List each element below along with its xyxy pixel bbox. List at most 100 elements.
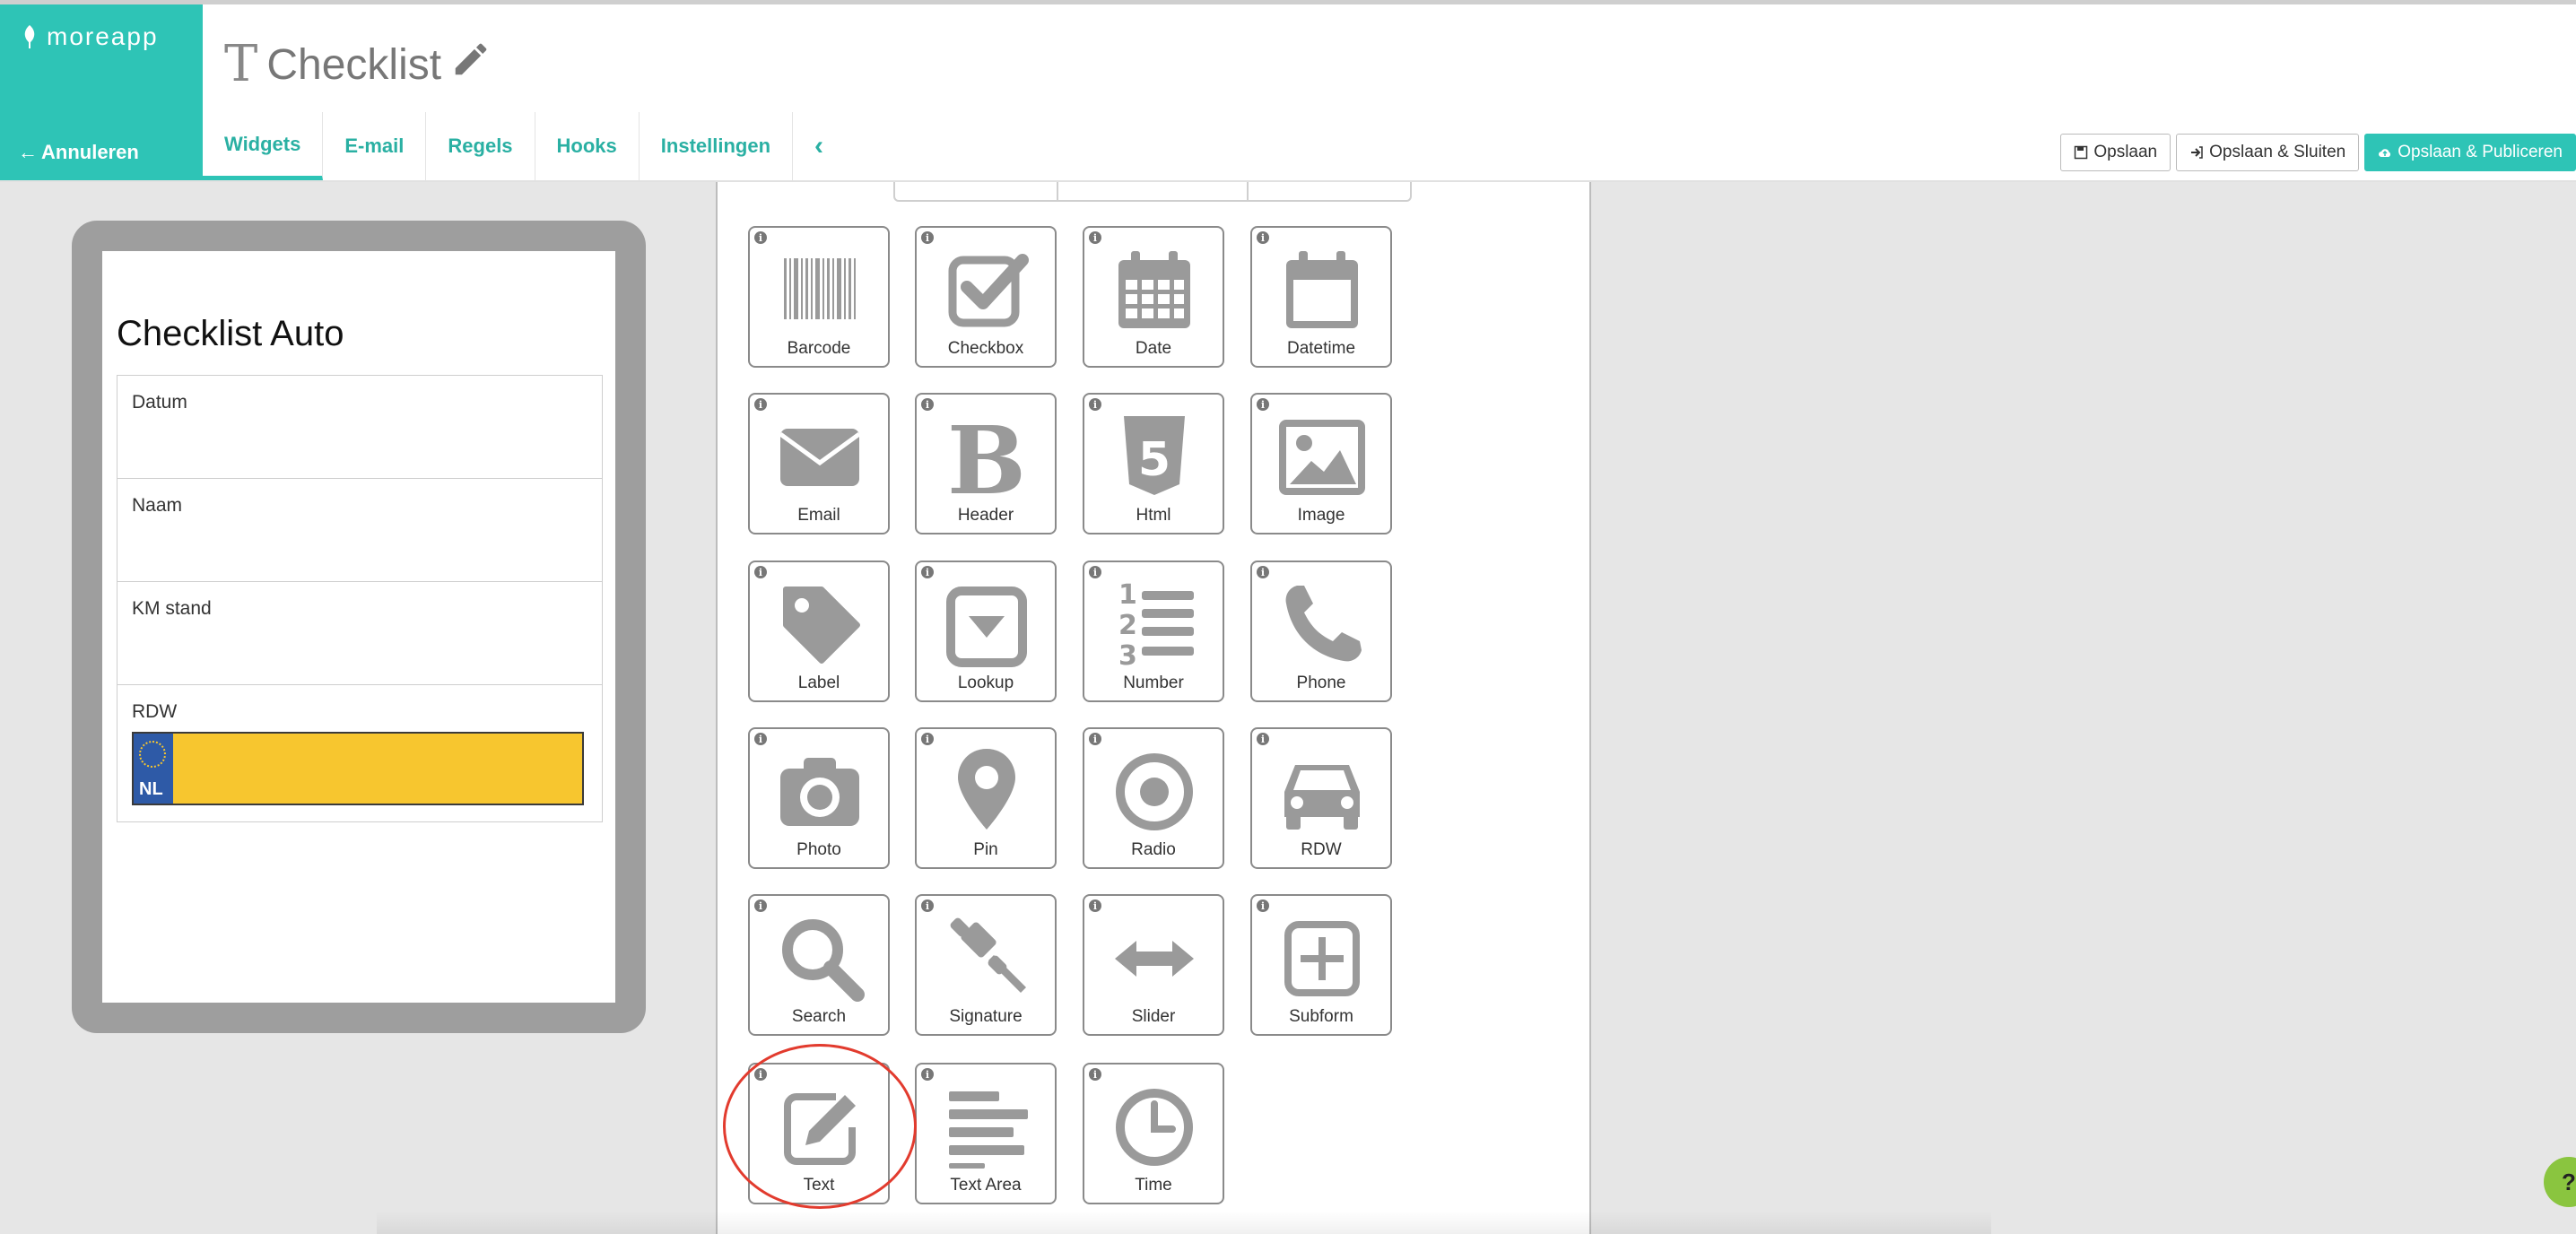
info-icon[interactable]: i [754, 899, 767, 912]
widget-rdw[interactable]: i RDW [1250, 727, 1392, 869]
info-icon[interactable]: i [1089, 899, 1101, 912]
tab-bar: Widgets E-mail Regels Hooks Instellingen… [203, 112, 845, 180]
page-title-text: Checklist [266, 40, 442, 89]
tab-email[interactable]: E-mail [323, 112, 427, 180]
form-field-rdw[interactable]: RDW NL [117, 685, 602, 821]
widget-subform[interactable]: i Subform [1250, 894, 1392, 1036]
widget-search[interactable]: i Search [748, 894, 890, 1036]
widget-radio[interactable]: i Radio [1083, 727, 1224, 869]
widget-lookup[interactable]: i Lookup [915, 561, 1057, 702]
form-field-name[interactable]: Naam [117, 479, 602, 582]
info-icon[interactable]: i [1257, 398, 1269, 411]
save-button[interactable]: Opslaan [2060, 134, 2171, 171]
save-publish-button[interactable]: Opslaan & Publiceren [2364, 134, 2576, 171]
tab-hooks[interactable]: Hooks [535, 112, 640, 180]
field-label: RDW [132, 701, 178, 722]
info-icon[interactable]: i [1257, 231, 1269, 244]
info-icon[interactable]: i [1257, 733, 1269, 745]
widget-photo[interactable]: i Photo [748, 727, 890, 869]
phone-screen: Checklist Auto Datum Naam KM stand RDW N… [102, 251, 615, 1003]
widget-text-area[interactable]: i Text Area [915, 1063, 1057, 1204]
info-icon[interactable]: i [921, 1068, 934, 1081]
license-plate-input[interactable]: NL [132, 732, 584, 805]
field-label: Naam [132, 495, 183, 516]
widget-html[interactable]: i 5 Html [1083, 393, 1224, 534]
cancel-button[interactable]: ← Annuleren [18, 141, 139, 164]
barcode-icon [771, 240, 868, 337]
widget-label: Text Area [950, 1176, 1022, 1195]
widget-label: Number [1123, 673, 1184, 692]
gavel-icon [938, 908, 1035, 1005]
tab-settings[interactable]: Instellingen [640, 112, 794, 180]
widget-header[interactable]: i B Header [915, 393, 1057, 534]
info-icon[interactable]: i [1089, 566, 1101, 578]
info-icon[interactable]: i [1257, 566, 1269, 578]
logo[interactable]: moreapp [20, 22, 159, 51]
logo-block: moreapp ← Annuleren [0, 4, 203, 180]
info-icon[interactable]: i [921, 566, 934, 578]
car-icon [1274, 742, 1371, 839]
form-fields: Datum Naam KM stand RDW NL [117, 375, 603, 822]
widget-label: Subform [1289, 1007, 1353, 1026]
sign-out-icon [2191, 146, 2203, 159]
info-icon[interactable]: i [921, 899, 934, 912]
widget-text[interactable]: i Text [748, 1063, 890, 1204]
tab-rules[interactable]: Regels [426, 112, 535, 180]
radio-icon [1106, 742, 1203, 839]
info-icon[interactable]: i [1089, 398, 1101, 411]
form-field-date[interactable]: Datum [117, 376, 602, 479]
form-field-mileage[interactable]: KM stand [117, 582, 602, 685]
dropdown-icon [938, 575, 1035, 672]
widget-time[interactable]: i Time [1083, 1063, 1224, 1204]
info-icon[interactable]: i [754, 231, 767, 244]
widget-signature[interactable]: i Signature [915, 894, 1057, 1036]
info-icon[interactable]: i [754, 733, 767, 745]
align-left-icon [938, 1077, 1035, 1174]
widget-label: Html [1136, 506, 1171, 525]
field-label: KM stand [132, 598, 212, 619]
widget-label: Lookup [957, 673, 1014, 692]
info-icon[interactable]: i [754, 398, 767, 411]
widget-label[interactable]: i Label [748, 561, 890, 702]
info-icon[interactable]: i [921, 231, 934, 244]
field-label: Datum [132, 392, 187, 413]
phone-icon [1274, 575, 1371, 672]
info-icon[interactable]: i [1089, 1068, 1101, 1081]
info-icon[interactable]: i [1089, 231, 1101, 244]
widget-checkbox[interactable]: i Checkbox [915, 226, 1057, 368]
widget-phone[interactable]: i Phone [1250, 561, 1392, 702]
search-icon [771, 908, 868, 1005]
info-icon[interactable]: i [754, 1068, 767, 1081]
info-icon[interactable]: i [921, 398, 934, 411]
help-button[interactable]: ? [2544, 1157, 2576, 1207]
tab-widgets[interactable]: Widgets [203, 112, 324, 180]
widget-image[interactable]: i Image [1250, 393, 1392, 534]
page-title: T Checklist [224, 39, 492, 91]
widget-label: Pin [973, 840, 998, 859]
widget-email[interactable]: i Email [748, 393, 890, 534]
widget-label: Text [803, 1176, 835, 1195]
widget-number[interactable]: i 1 2 3 Number [1083, 561, 1224, 702]
svg-text:2: 2 [1118, 610, 1137, 641]
bottom-shadow [377, 1211, 1991, 1234]
pencil-icon[interactable] [450, 39, 492, 91]
info-icon[interactable]: i [754, 566, 767, 578]
save-publish-label: Opslaan & Publiceren [2398, 143, 2563, 161]
info-icon[interactable]: i [1257, 899, 1269, 912]
widget-datetime[interactable]: i Datetime [1250, 226, 1392, 368]
widget-pin[interactable]: i Pin [915, 727, 1057, 869]
widget-barcode[interactable]: i Barcode [748, 226, 890, 368]
leaf-icon [24, 25, 35, 48]
chevron-left-icon[interactable]: ‹ [793, 112, 845, 180]
widget-label: Image [1297, 506, 1345, 525]
widget-label: Datetime [1286, 339, 1356, 358]
floppy-icon [2075, 145, 2088, 160]
info-icon[interactable]: i [921, 733, 934, 745]
widget-slider[interactable]: i Slider [1083, 894, 1224, 1036]
plate-country: NL [139, 779, 163, 799]
save-close-button[interactable]: Opslaan & Sluiten [2176, 134, 2360, 171]
action-buttons: Opslaan Opslaan & Sluiten Opslaan & Publ… [2060, 134, 2576, 171]
plus-square-icon [1274, 908, 1371, 1005]
info-icon[interactable]: i [1089, 733, 1101, 745]
widget-date[interactable]: i Date [1083, 226, 1224, 368]
